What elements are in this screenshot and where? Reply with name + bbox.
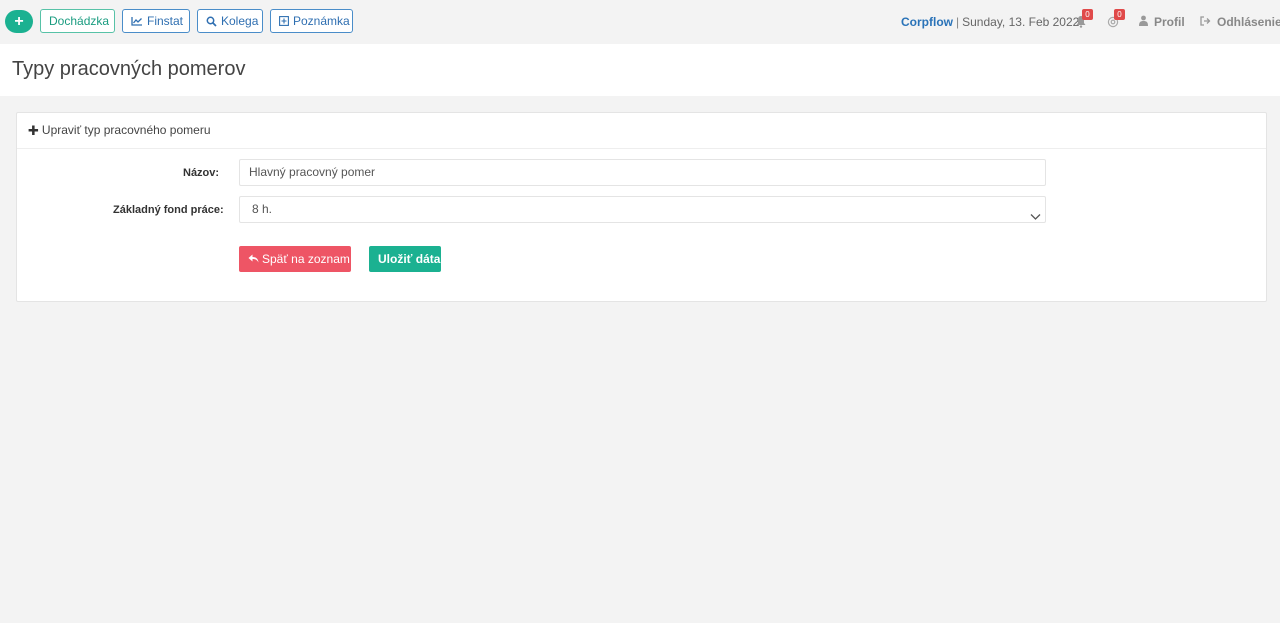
attendance-button-label: Dochádzka — [49, 14, 110, 28]
brand-name[interactable]: Corpflow — [901, 15, 953, 29]
page-header: Typy pracovných pomerov — [0, 44, 1280, 96]
plus-square-icon — [279, 16, 289, 26]
profile-label: Profil — [1154, 15, 1185, 29]
mentions-badge: 0 — [1114, 9, 1125, 20]
current-date: Sunday, 13. Feb 2022 — [962, 15, 1080, 29]
brand-separator: | — [956, 15, 960, 29]
page-title: Typy pracovných pomerov — [12, 58, 246, 80]
colleague-button-label: Kolega — [221, 14, 259, 28]
profile-link[interactable]: Profil — [1139, 15, 1185, 29]
brand-and-date: Corpflow | Sunday, 13. Feb 2022 — [901, 15, 1079, 29]
back-to-list-label: Späť na zoznam — [262, 252, 350, 266]
user-icon — [1139, 15, 1148, 29]
base-work-fund-label: Základný fond práce: — [113, 204, 224, 216]
finstat-button[interactable]: Finstat — [122, 9, 190, 33]
edit-employment-type-panel: ✚ Upraviť typ pracovného pomeru Názov: H… — [16, 112, 1267, 302]
base-work-fund-value: 8 h. — [252, 202, 273, 216]
logout-label: Odhlásenie — [1217, 15, 1280, 29]
colleague-search-button[interactable]: Kolega — [197, 9, 263, 33]
save-data-button[interactable]: Uložiť dáta — [369, 246, 441, 272]
name-input[interactable]: Hlavný pracovný pomer — [239, 159, 1046, 186]
name-label: Názov: — [183, 167, 220, 179]
attendance-button[interactable]: Dochádzka — [40, 9, 115, 33]
logout-link[interactable]: Odhlásenie — [1200, 15, 1280, 29]
note-button-label: Poznámka — [293, 14, 350, 28]
chevron-down-icon — [1030, 205, 1041, 230]
line-chart-icon — [131, 16, 143, 26]
back-to-list-button[interactable]: Späť na zoznam — [239, 246, 351, 272]
finstat-button-label: Finstat — [147, 14, 184, 28]
add-button[interactable]: + — [5, 10, 33, 33]
note-button[interactable]: Poznámka — [270, 9, 353, 33]
top-bar: + Dochádzka Finstat Kolega Poznámka Corp… — [0, 0, 1280, 44]
reply-arrow-icon — [248, 246, 259, 272]
sign-out-icon — [1200, 15, 1211, 29]
notifications-badge: 0 — [1082, 9, 1093, 20]
base-work-fund-select[interactable]: 8 h. — [239, 196, 1046, 223]
plus-icon: ✚ — [28, 123, 39, 138]
panel-header: ✚ Upraviť typ pracovného pomeru — [17, 113, 1266, 149]
search-icon — [206, 16, 217, 27]
panel-title: Upraviť typ pracovného pomeru — [41, 123, 211, 137]
